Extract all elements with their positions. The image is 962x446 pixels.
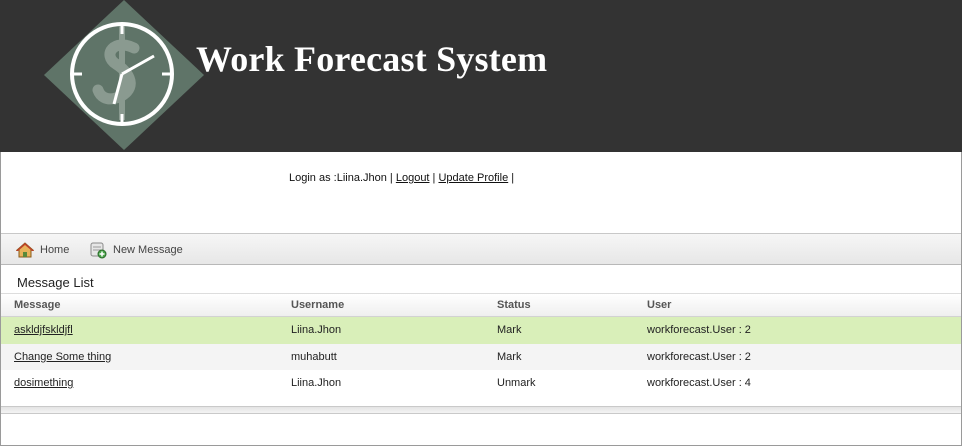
status-cell: Unmark [497,377,536,389]
separator: | [508,172,515,184]
table-header: Message Username Status User [1,293,961,317]
user-cell: workforecast.User : 2 [647,324,751,336]
site-header: Work Forecast System [0,0,962,152]
username-cell: muhabutt [291,350,337,363]
login-bar: Login as :Liina.Jhon | Logout | Update P… [289,172,514,184]
status-cell: Mark [497,350,522,363]
table-row[interactable]: Change Some thing muhabutt Mark workfore… [1,343,961,370]
update-profile-link[interactable]: Update Profile [438,172,508,184]
clock-dollar-logo-icon [44,0,204,150]
username-cell: Liina.Jhon [291,377,342,389]
new-message-button[interactable]: New Message [89,241,183,259]
status-cell: Mark [497,324,522,336]
table-row[interactable]: dosimething Liina.Jhon Unmark workforeca… [1,370,961,397]
logout-link[interactable]: Logout [396,172,430,184]
toolbar: Home New Message [1,233,961,265]
message-table: Message Username Status User askldjfskld… [1,293,961,397]
new-message-icon [90,242,107,259]
new-message-label: New Message [113,244,183,256]
column-header-status[interactable]: Status [497,299,531,311]
section-title: Message List [17,275,94,290]
column-header-message[interactable]: Message [14,299,60,311]
site-title: Work Forecast System [196,39,548,79]
home-icon [16,242,34,258]
login-as-text: Login as :Liina.Jhon [289,172,387,184]
message-link[interactable]: dosimething [14,377,73,389]
user-cell: workforecast.User : 2 [647,350,751,363]
table-row[interactable]: askldjfskldjfl Liina.Jhon Mark workforec… [1,317,961,344]
table-footer-bar [1,406,961,414]
message-link[interactable]: Change Some thing [14,351,111,363]
separator: | [386,172,396,184]
username-cell: Liina.Jhon [291,324,342,336]
message-link[interactable]: askldjfskldjfl [14,324,73,336]
home-label: Home [40,244,70,256]
column-header-user[interactable]: User [647,299,671,311]
home-button[interactable]: Home [16,241,69,259]
user-cell: workforecast.User : 4 [647,377,751,389]
column-header-username[interactable]: Username [291,299,344,311]
